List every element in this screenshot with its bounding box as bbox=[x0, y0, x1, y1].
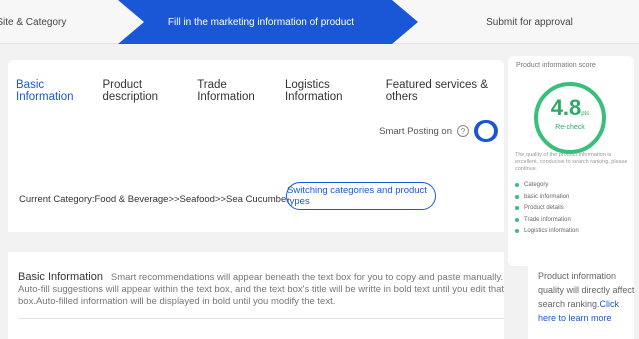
step-1-label: e Site & Category bbox=[0, 16, 67, 28]
quality-note-text: Product information quality will directl… bbox=[538, 271, 635, 309]
switch-category-button[interactable]: Switching categories and product types bbox=[286, 182, 436, 210]
step-3-label: Submit for approval bbox=[486, 16, 573, 28]
step-submit-approval[interactable]: Submit for approval bbox=[420, 0, 639, 44]
category-card: Current Category:Food & Beverage>>Seafoo… bbox=[8, 168, 504, 232]
smart-posting-label: Smart Posting on bbox=[379, 125, 452, 137]
tab-logistics-information[interactable]: Logistics Information bbox=[285, 79, 376, 103]
recheck-button[interactable]: Re-check bbox=[538, 124, 602, 131]
quality-note: Product information quality will directl… bbox=[538, 269, 636, 325]
score-panel: Product information score 4.8pts Re-chec… bbox=[508, 56, 634, 266]
smart-posting: Smart Posting on ? bbox=[379, 120, 498, 142]
tabs-card: Basic Information Product description Tr… bbox=[8, 60, 504, 178]
basic-info-card: Basic Information Smart recommendations … bbox=[8, 252, 504, 339]
tab-trade-information[interactable]: Trade Information bbox=[197, 79, 275, 103]
basic-info-title: Basic Information bbox=[18, 271, 103, 283]
checklist-item[interactable]: Trade information bbox=[515, 215, 629, 225]
score-unit: pts bbox=[581, 111, 590, 117]
help-icon[interactable]: ? bbox=[457, 125, 469, 137]
basic-info-header: Basic Information Smart recommendations … bbox=[18, 271, 508, 308]
check-dot-icon bbox=[515, 217, 519, 222]
check-dot-icon bbox=[515, 194, 519, 199]
score-ring: 4.8pts Re-check bbox=[534, 82, 606, 154]
divider bbox=[18, 318, 504, 319]
tab-featured-services[interactable]: Featured services & others bbox=[386, 79, 504, 103]
checklist-item[interactable]: Product details bbox=[515, 203, 629, 213]
score-checklist: Category basic information Product detai… bbox=[515, 180, 629, 238]
step-2-label: Fill in the marketing information of pro… bbox=[167, 16, 355, 28]
checklist-item[interactable]: Logistics information bbox=[515, 226, 629, 236]
check-dot-icon bbox=[515, 183, 519, 187]
quality-note-panel: Product information quality will directl… bbox=[528, 262, 634, 339]
score-description: The quality of the product information i… bbox=[515, 152, 628, 172]
tab-product-description[interactable]: Product description bbox=[102, 79, 187, 103]
section-tabs: Basic Information Product description Tr… bbox=[16, 79, 504, 103]
checklist-item[interactable]: Category bbox=[515, 180, 629, 190]
score-title: Product information score bbox=[516, 62, 596, 69]
check-dot-icon bbox=[515, 206, 519, 210]
smart-posting-toggle[interactable] bbox=[474, 120, 498, 142]
score-value: 4.8pts bbox=[550, 95, 590, 120]
tab-basic-information[interactable]: Basic Information bbox=[16, 79, 92, 103]
checklist-item[interactable]: basic information bbox=[515, 192, 629, 202]
check-dot-icon bbox=[515, 229, 519, 233]
step-marketing-info[interactable]: Fill in the marketing information of pro… bbox=[130, 0, 392, 44]
progress-stepper: e Site & Category Fill in the marketing … bbox=[0, 0, 639, 44]
